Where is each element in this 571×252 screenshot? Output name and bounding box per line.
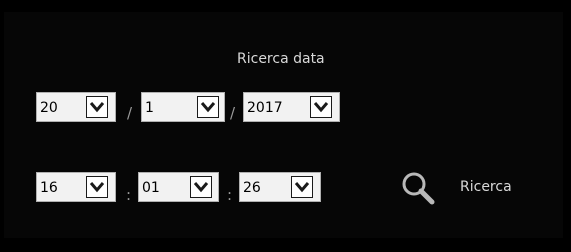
second-select[interactable]: 26 (239, 172, 321, 202)
second-value: 26 (243, 180, 261, 196)
day-select[interactable]: 20 (36, 92, 116, 122)
month-value: 1 (145, 100, 154, 116)
search-button-label[interactable]: Ricerca (460, 178, 512, 196)
day-value: 20 (40, 100, 58, 116)
chevron-down-icon[interactable] (86, 176, 108, 198)
month-select[interactable]: 1 (141, 92, 225, 122)
hour-select[interactable]: 16 (36, 172, 116, 202)
date-search-page: Ricerca data 20 / 1 / 2017 16 : 01 : 26 … (0, 0, 571, 252)
chevron-down-icon[interactable] (291, 176, 313, 198)
minute-select[interactable]: 01 (138, 172, 219, 202)
time-separator: : (227, 186, 233, 204)
year-select[interactable]: 2017 (243, 92, 340, 122)
date-separator: / (127, 104, 133, 122)
time-separator: : (126, 186, 132, 204)
chevron-down-icon[interactable] (197, 96, 219, 118)
chevron-down-icon[interactable] (190, 176, 212, 198)
minute-value: 01 (142, 180, 160, 196)
chevron-down-icon[interactable] (86, 96, 108, 118)
date-separator: / (230, 104, 236, 122)
year-value: 2017 (247, 100, 283, 116)
chevron-down-icon[interactable] (310, 96, 332, 118)
page-title: Ricerca data (237, 51, 325, 67)
hour-value: 16 (40, 180, 58, 196)
search-panel (4, 12, 563, 238)
search-icon[interactable] (400, 170, 436, 206)
